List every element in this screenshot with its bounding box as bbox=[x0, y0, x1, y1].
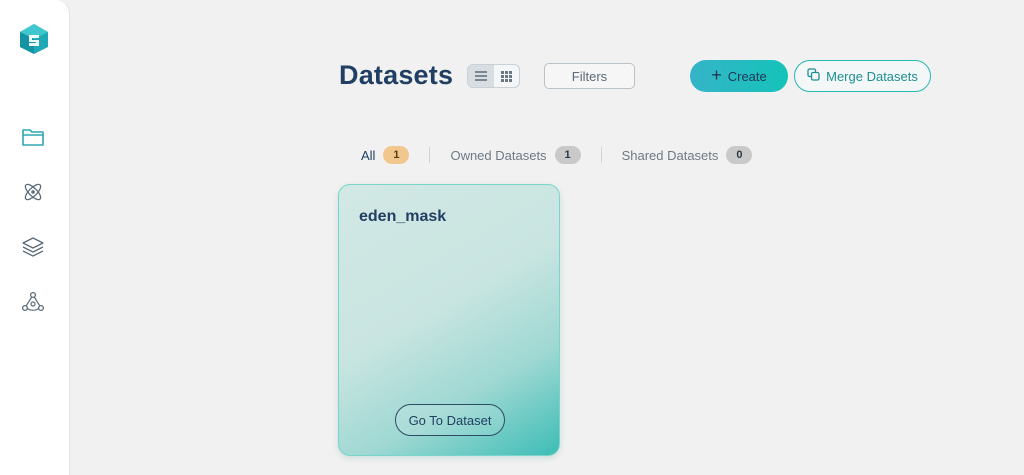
tab-all[interactable]: All 1 bbox=[361, 146, 410, 164]
page-title: Datasets bbox=[339, 60, 454, 90]
grid-view-icon[interactable] bbox=[494, 65, 520, 87]
list-view-icon[interactable] bbox=[468, 65, 494, 87]
merge-datasets-button[interactable]: Merge Datasets bbox=[794, 60, 931, 92]
tab-label: Shared Datasets bbox=[621, 147, 719, 163]
merge-icon bbox=[807, 68, 820, 84]
tab-label: Owned Datasets bbox=[450, 147, 547, 163]
layers-icon[interactable] bbox=[21, 235, 45, 259]
count-badge: 1 bbox=[554, 146, 581, 164]
app-logo[interactable] bbox=[19, 23, 49, 55]
dataset-name: eden_mask bbox=[359, 208, 447, 225]
count-badge: 1 bbox=[383, 146, 410, 164]
create-button[interactable]: + Create bbox=[690, 60, 788, 92]
tab-owned-datasets[interactable]: Owned Datasets 1 bbox=[450, 146, 581, 164]
plus-icon: + bbox=[711, 65, 722, 85]
tab-divider bbox=[429, 147, 431, 163]
tab-shared-datasets[interactable]: Shared Datasets 0 bbox=[622, 146, 753, 164]
go-to-dataset-button[interactable]: Go To Dataset bbox=[395, 404, 505, 436]
dataset-card[interactable]: eden_mask Go To Dataset bbox=[338, 184, 560, 456]
network-icon[interactable] bbox=[21, 290, 45, 314]
count-badge: 0 bbox=[726, 146, 753, 164]
dataset-tabs: All 1 Owned Datasets 1 Shared Datasets 0 bbox=[361, 146, 753, 164]
merge-button-label: Merge Datasets bbox=[826, 68, 918, 84]
create-button-label: Create bbox=[727, 68, 767, 84]
atom-icon[interactable] bbox=[21, 180, 45, 204]
tab-divider bbox=[600, 147, 602, 163]
folder-icon[interactable] bbox=[21, 125, 45, 149]
tab-label: All bbox=[361, 147, 376, 163]
view-toggle[interactable] bbox=[467, 64, 520, 88]
filters-button[interactable]: Filters bbox=[544, 63, 635, 89]
sidebar bbox=[0, 0, 70, 475]
